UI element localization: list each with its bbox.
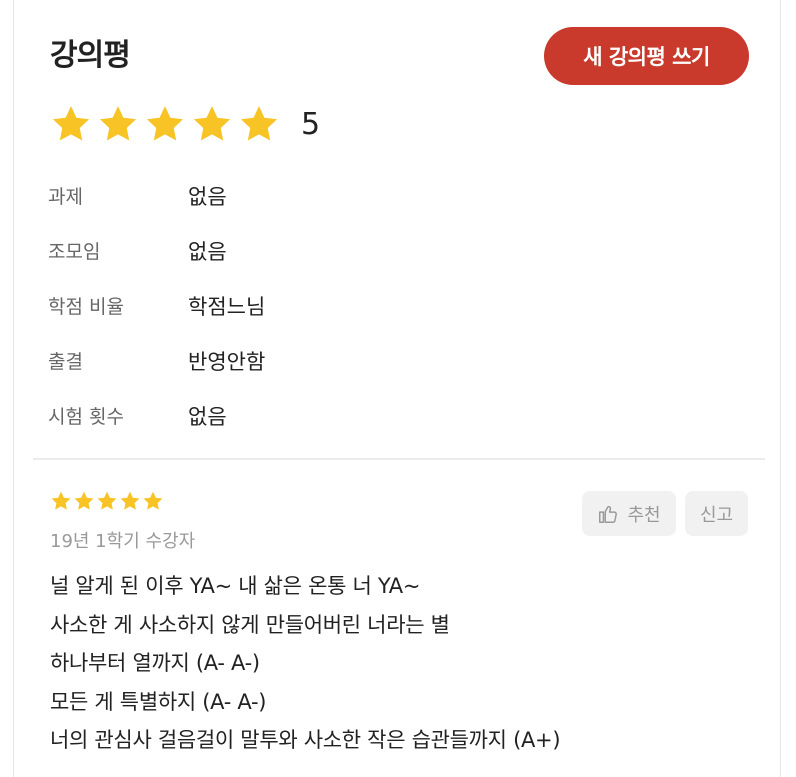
star-icon [143, 491, 163, 510]
star-icon [193, 106, 231, 141]
star-icon [120, 491, 140, 510]
detail-value: 반영안함 [188, 349, 266, 374]
detail-value: 학점느님 [188, 294, 266, 319]
detail-label: 학점 비율 [48, 296, 124, 318]
star-icon [52, 106, 90, 141]
report-button[interactable]: 신고 [685, 491, 748, 536]
star-icon [240, 106, 278, 141]
section-divider [33, 458, 765, 460]
star-icon [74, 491, 94, 510]
overall-star-group [50, 103, 285, 145]
star-icon [146, 106, 184, 141]
detail-value: 없음 [188, 184, 227, 209]
review-line: 너의 관심사 걸음걸이 말투와 사소한 작은 습관들까지 (A+) [50, 728, 561, 752]
overall-rating: 5 [50, 103, 320, 145]
star-icon [99, 106, 137, 141]
thumbs-up-icon [599, 505, 618, 523]
review-line: 모든 게 특별하지 (A- A-) [50, 689, 267, 714]
recommend-label: 추천 [627, 504, 661, 526]
detail-row-exams: 시험 횟수 없음 [48, 388, 265, 443]
detail-label: 과제 [48, 186, 83, 208]
detail-label: 시험 횟수 [48, 406, 124, 428]
review-line: 널 알게 된 이후 YA~ 내 삶은 온통 너 YA~ [50, 574, 421, 598]
detail-row-assignment: 과제 없음 [48, 168, 265, 223]
star-icon [97, 491, 117, 510]
review-line: 사소한 게 사소하지 않게 만들어버린 너라는 별 [50, 612, 450, 637]
detail-row-group-project: 조모임 없음 [48, 223, 265, 278]
review-star-group [50, 490, 165, 512]
page-title: 강의평 [50, 38, 131, 73]
write-review-button[interactable]: 새 강의평 쓰기 [544, 27, 749, 85]
detail-label: 조모임 [48, 241, 101, 263]
detail-label: 출결 [48, 351, 83, 373]
rating-value: 5 [301, 106, 321, 142]
review-semester: 19년 1학기 수강자 [50, 531, 196, 552]
review-body: 널 알게 된 이후 YA~ 내 삶은 온통 너 YA~ 사소한 게 사소하지 않… [50, 567, 561, 760]
recommend-button[interactable]: 추천 [582, 491, 676, 536]
detail-value: 없음 [188, 404, 227, 429]
detail-row-attendance: 출결 반영안함 [48, 333, 265, 388]
course-details: 과제 없음 조모임 없음 학점 비율 학점느님 출결 반영안함 시험 횟수 없음 [48, 168, 265, 443]
review-line: 하나부터 열까지 (A- A-) [50, 651, 260, 675]
detail-row-grading: 학점 비율 학점느님 [48, 278, 265, 333]
star-icon [51, 491, 71, 510]
detail-value: 없음 [188, 239, 227, 264]
